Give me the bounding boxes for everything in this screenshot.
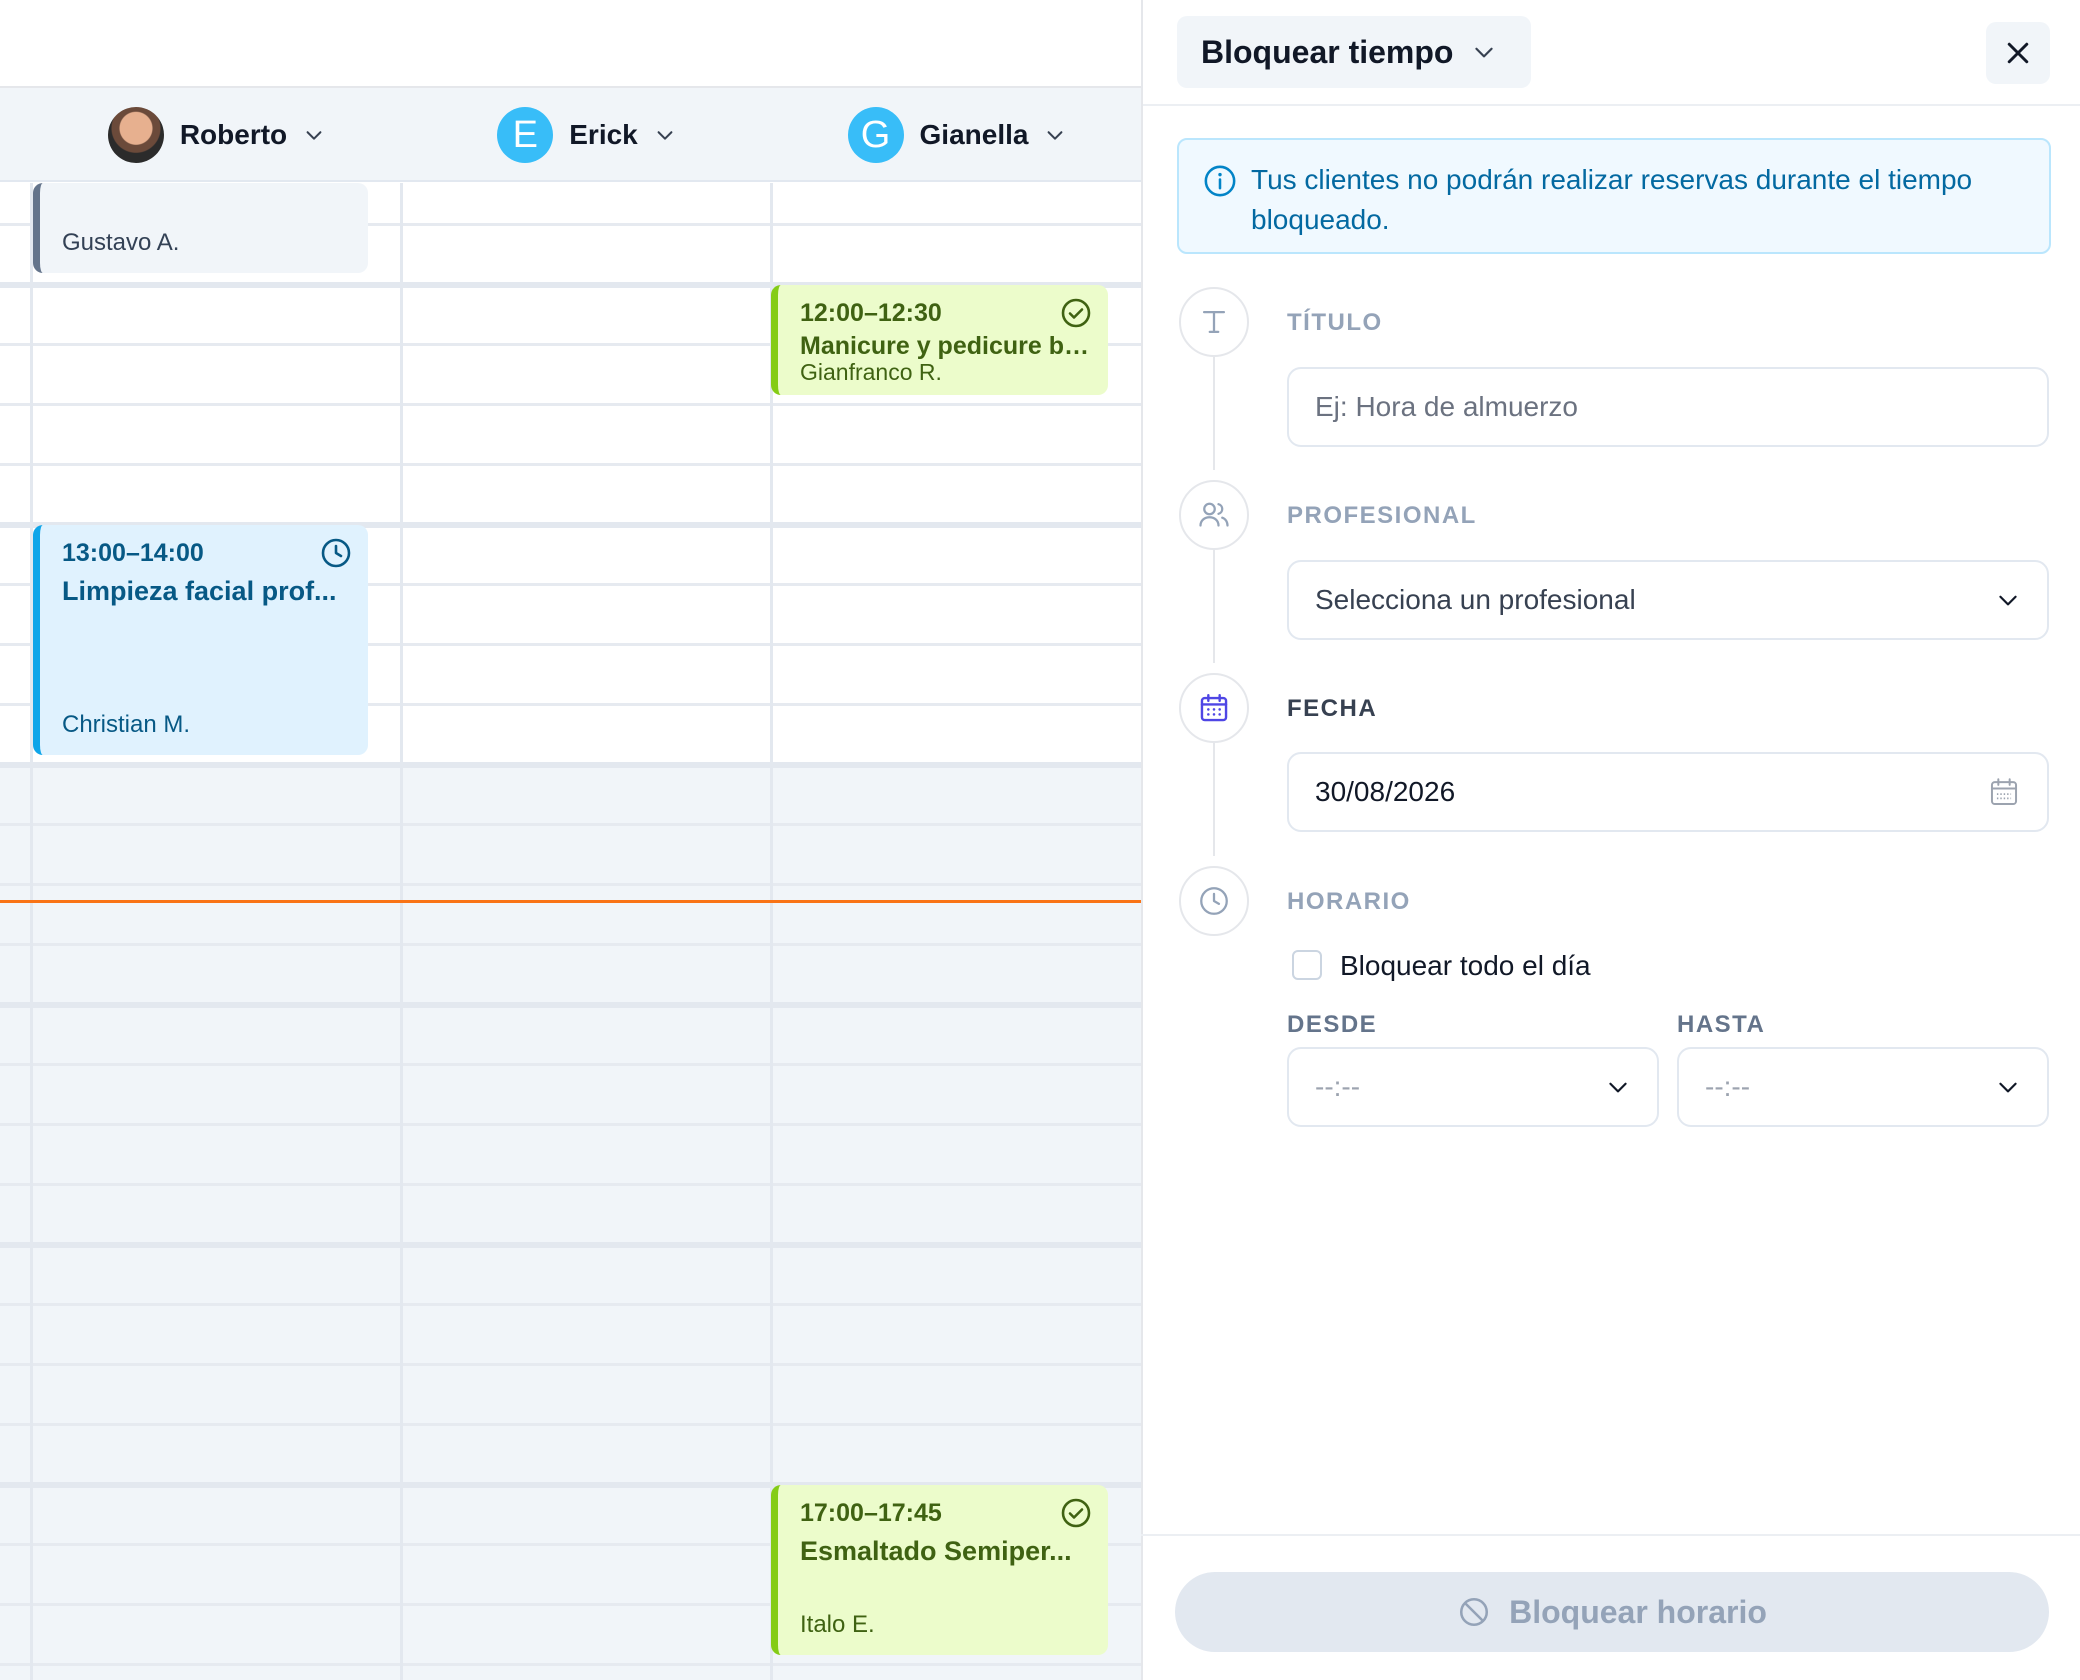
step-icon-horario — [1179, 866, 1249, 936]
desde-select[interactable]: --:-- — [1287, 1047, 1659, 1127]
appointment-card[interactable]: 17:00–17:45 Esmaltado Semiper... Italo E… — [771, 1485, 1108, 1655]
step-connector — [1213, 357, 1215, 470]
panel-footer: Bloquear horario — [1141, 1534, 2080, 1680]
appointment-client: Italo E. — [800, 1611, 875, 1638]
appointment-client: Christian M. — [62, 711, 191, 738]
hasta-value: --:-- — [1705, 1071, 1751, 1102]
desde-label: DESDE — [1287, 1011, 1378, 1038]
slot-line — [0, 1123, 1141, 1126]
all-day-label[interactable]: Bloquear todo el día — [1340, 950, 1591, 982]
hour-line — [0, 1002, 1141, 1008]
professional-header-roberto[interactable]: Roberto — [33, 88, 400, 182]
clock-icon — [321, 538, 351, 568]
appointment-title: Esmaltado Semiper... — [800, 1536, 1072, 1566]
appointment-time: 13:00–14:00 — [62, 539, 204, 567]
step-connector — [1213, 550, 1215, 663]
column-divider — [30, 183, 33, 1680]
block-schedule-label: Bloquear horario — [1509, 1593, 1767, 1630]
step-icon-fecha — [1179, 673, 1249, 743]
chevron-down-icon — [1048, 131, 1063, 140]
fecha-input[interactable]: 30/08/2026 — [1287, 752, 2049, 832]
chevron-down-icon — [1999, 1082, 2017, 1093]
slot-line — [0, 1303, 1141, 1306]
panel-header: Bloquear tiempo — [1143, 0, 2080, 106]
calendar-toolbar — [0, 0, 1141, 88]
horario-label: HORARIO — [1287, 888, 1411, 915]
appointment-title: Manicure y pedicure bá... — [800, 332, 1090, 360]
close-button[interactable] — [1986, 22, 2050, 84]
titulo-input[interactable]: Ej: Hora de almuerzo — [1287, 367, 2049, 447]
desde-value: --:-- — [1315, 1071, 1361, 1102]
hasta-label: HASTA — [1677, 1011, 1766, 1038]
appointment-client: Gustavo A. — [62, 229, 180, 256]
hour-line — [0, 1242, 1141, 1248]
info-text: Tus clientes no podrán realizar reservas… — [1251, 164, 1973, 235]
info-banner: Tus clientes no podrán realizar reservas… — [1177, 138, 2051, 254]
avatar: G — [847, 107, 904, 163]
close-icon — [2007, 42, 2029, 64]
appointment-title: Limpieza facial prof... — [62, 576, 337, 606]
professional-header-gianella[interactable]: G Gianella — [773, 88, 1141, 182]
calendar-icon[interactable] — [1987, 775, 2021, 809]
time-grid[interactable]: Gustavo A. 12:00–12:30 Manicure y pedicu… — [0, 183, 1141, 1680]
titulo-label: TÍTULO — [1287, 309, 1383, 336]
slot-line — [0, 823, 1141, 826]
appointment-time: 12:00–12:30 — [800, 299, 942, 327]
titulo-placeholder: Ej: Hora de almuerzo — [1315, 391, 1579, 422]
appointment-card[interactable]: Gustavo A. — [33, 183, 368, 273]
chevron-down-icon — [1999, 595, 2017, 606]
column-divider — [400, 183, 403, 1680]
chevron-down-icon — [1609, 1082, 1627, 1093]
slot-line — [0, 1063, 1141, 1066]
slot-line — [0, 1363, 1141, 1366]
professional-header-erick[interactable]: E Erick — [403, 88, 770, 182]
panel-title: Bloquear tiempo — [1201, 33, 1454, 70]
slot-line — [0, 1663, 1141, 1666]
professional-header-row: Roberto E Erick G Gianella — [0, 88, 1141, 182]
hour-line — [0, 762, 1141, 768]
appointment-card[interactable]: 13:00–14:00 Limpieza facial prof... Chri… — [33, 525, 368, 755]
slot-line — [0, 1183, 1141, 1186]
professional-name: Roberto — [179, 119, 288, 150]
appointment-client: Gianfranco R. — [800, 361, 942, 383]
panel-type-dropdown[interactable]: Bloquear tiempo — [1177, 16, 1532, 88]
professional-name: Erick — [569, 119, 638, 150]
appointment-time: 17:00–17:45 — [800, 1499, 942, 1527]
professional-name: Gianella — [919, 119, 1029, 150]
calendar-icon — [1200, 694, 1228, 722]
info-icon — [1204, 165, 1236, 197]
fecha-label: FECHA — [1287, 695, 1378, 722]
slot-line — [0, 1423, 1141, 1426]
profesional-select[interactable]: Selecciona un profesional — [1287, 560, 2049, 640]
current-time-indicator — [0, 900, 1141, 903]
step-icon-titulo — [1179, 287, 1249, 357]
users-icon — [1199, 502, 1229, 527]
block-time-panel: Bloquear tiempo Tus clientes no podrán r… — [1141, 0, 2080, 1680]
step-connector — [1213, 743, 1215, 856]
calendar-view: Roberto E Erick G Gianella Gustavo A. 12… — [0, 0, 1141, 1680]
check-circle-icon — [1061, 298, 1091, 328]
clock-icon — [1200, 887, 1228, 915]
fecha-value: 30/08/2026 — [1315, 776, 1456, 807]
avatar: E — [497, 107, 554, 163]
chevron-down-icon — [1475, 47, 1494, 58]
slot-line — [0, 463, 1141, 466]
block-schedule-button[interactable]: Bloquear horario — [1175, 1572, 2049, 1652]
slot-line — [0, 403, 1141, 406]
all-day-checkbox[interactable] — [1292, 950, 1322, 980]
appointment-card[interactable]: 12:00–12:30 Manicure y pedicure bá... Gi… — [771, 285, 1108, 395]
block-icon — [1460, 1597, 1489, 1627]
profesional-placeholder: Selecciona un profesional — [1315, 584, 1636, 615]
check-circle-icon — [1061, 1498, 1091, 1528]
chevron-down-icon — [306, 131, 322, 140]
slot-line — [0, 943, 1141, 946]
step-icon-profesional — [1179, 480, 1249, 550]
avatar — [107, 107, 164, 163]
text-icon — [1202, 310, 1226, 334]
slot-line — [0, 883, 1141, 886]
chevron-down-icon — [657, 131, 673, 140]
profesional-label: PROFESIONAL — [1287, 502, 1477, 529]
column-divider — [770, 183, 773, 1680]
hasta-select[interactable]: --:-- — [1677, 1047, 2049, 1127]
